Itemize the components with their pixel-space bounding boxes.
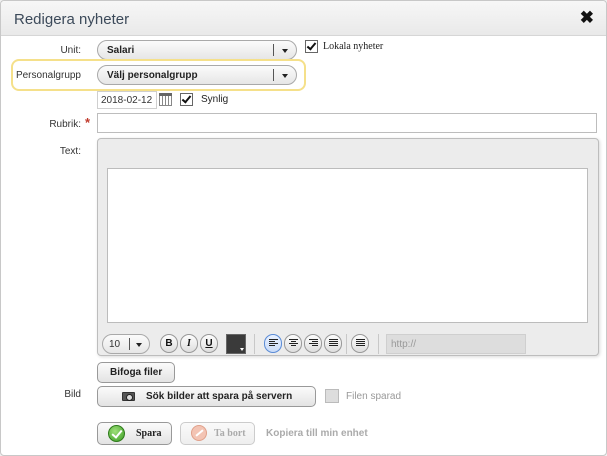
chevron-down-icon	[240, 348, 244, 351]
bold-button[interactable]: B	[160, 334, 178, 353]
image-label: Bild	[64, 389, 81, 400]
align-right-button[interactable]	[304, 334, 322, 353]
personalgrupp-select[interactable]: Välj personalgrupp	[97, 65, 297, 85]
combo-separator	[273, 69, 274, 81]
combo-separator	[273, 44, 274, 56]
text-color-picker[interactable]	[226, 334, 246, 354]
file-saved-label: Filen sparad	[346, 391, 402, 402]
align-left-button[interactable]	[264, 334, 282, 353]
font-size-value: 10	[109, 339, 121, 350]
attach-files-button[interactable]: Bifoga filer	[97, 362, 175, 383]
rubrik-label: Rubrik:	[49, 119, 81, 130]
chevron-down-icon	[282, 49, 288, 53]
search-images-button[interactable]: Sök bilder att spara på servern	[97, 386, 316, 407]
dialog-title: Redigera nyheter	[14, 11, 130, 28]
chevron-down-icon	[136, 343, 142, 347]
save-label: Spara	[136, 428, 162, 439]
checkmark-icon	[306, 40, 317, 51]
calendar-icon[interactable]	[159, 93, 172, 106]
camera-icon	[122, 392, 135, 401]
delete-button[interactable]: Ta bort	[180, 422, 255, 445]
align-justify-button[interactable]	[324, 334, 342, 353]
bullet-list-icon	[356, 339, 365, 348]
checkmark-icon	[181, 93, 192, 104]
chevron-down-icon	[282, 74, 288, 78]
edit-news-dialog: Redigera nyheter ✖ Unit: Salari Lokala n…	[0, 0, 607, 456]
url-input[interactable]: http://	[386, 334, 526, 354]
bullet-list-button[interactable]	[351, 334, 369, 353]
check-circle-icon	[108, 425, 125, 442]
italic-button[interactable]: I	[180, 334, 198, 353]
search-images-label: Sök bilder att spara på servern	[146, 391, 293, 402]
combo-separator	[129, 338, 130, 350]
minus-circle-icon	[191, 425, 207, 441]
align-right-icon	[309, 339, 318, 348]
visible-checkbox[interactable]	[180, 93, 193, 106]
underline-button[interactable]: U	[200, 334, 218, 353]
rubrik-input[interactable]	[97, 113, 597, 133]
align-left-icon	[269, 339, 278, 348]
personalgrupp-value: Välj personalgrupp	[107, 70, 198, 81]
toolbar-divider	[346, 334, 347, 354]
unit-label: Unit:	[60, 45, 81, 56]
visible-label: Synlig	[201, 94, 229, 105]
unit-value: Salari	[107, 45, 135, 56]
date-input[interactable]: 2018-02-12	[97, 91, 157, 109]
save-button[interactable]: Spara	[97, 422, 172, 445]
align-center-icon	[289, 339, 298, 348]
local-news-checkbox[interactable]	[305, 40, 318, 53]
toolbar-divider	[254, 334, 255, 354]
personalgrupp-label: Personalgrupp	[15, 70, 81, 81]
local-news-label: Lokala nyheter	[323, 41, 384, 52]
align-center-button[interactable]	[284, 334, 302, 353]
attach-files-label: Bifoga filer	[110, 367, 163, 378]
copy-to-unit-link[interactable]: Kopiera till min enhet	[266, 428, 368, 439]
required-marker: *	[85, 115, 91, 130]
close-icon[interactable]: ✖	[580, 9, 594, 26]
font-size-select[interactable]: 10	[102, 334, 150, 354]
align-justify-icon	[329, 339, 338, 348]
file-saved-checkbox	[325, 389, 339, 403]
rich-text-editor: 10 B I U http://	[97, 138, 599, 356]
delete-label: Ta bort	[214, 428, 246, 439]
toolbar-divider	[378, 334, 379, 354]
editor-content-area[interactable]	[107, 168, 588, 323]
dialog-titlebar: Redigera nyheter ✖	[1, 1, 606, 36]
unit-select[interactable]: Salari	[97, 40, 297, 60]
text-label: Text:	[59, 146, 81, 157]
